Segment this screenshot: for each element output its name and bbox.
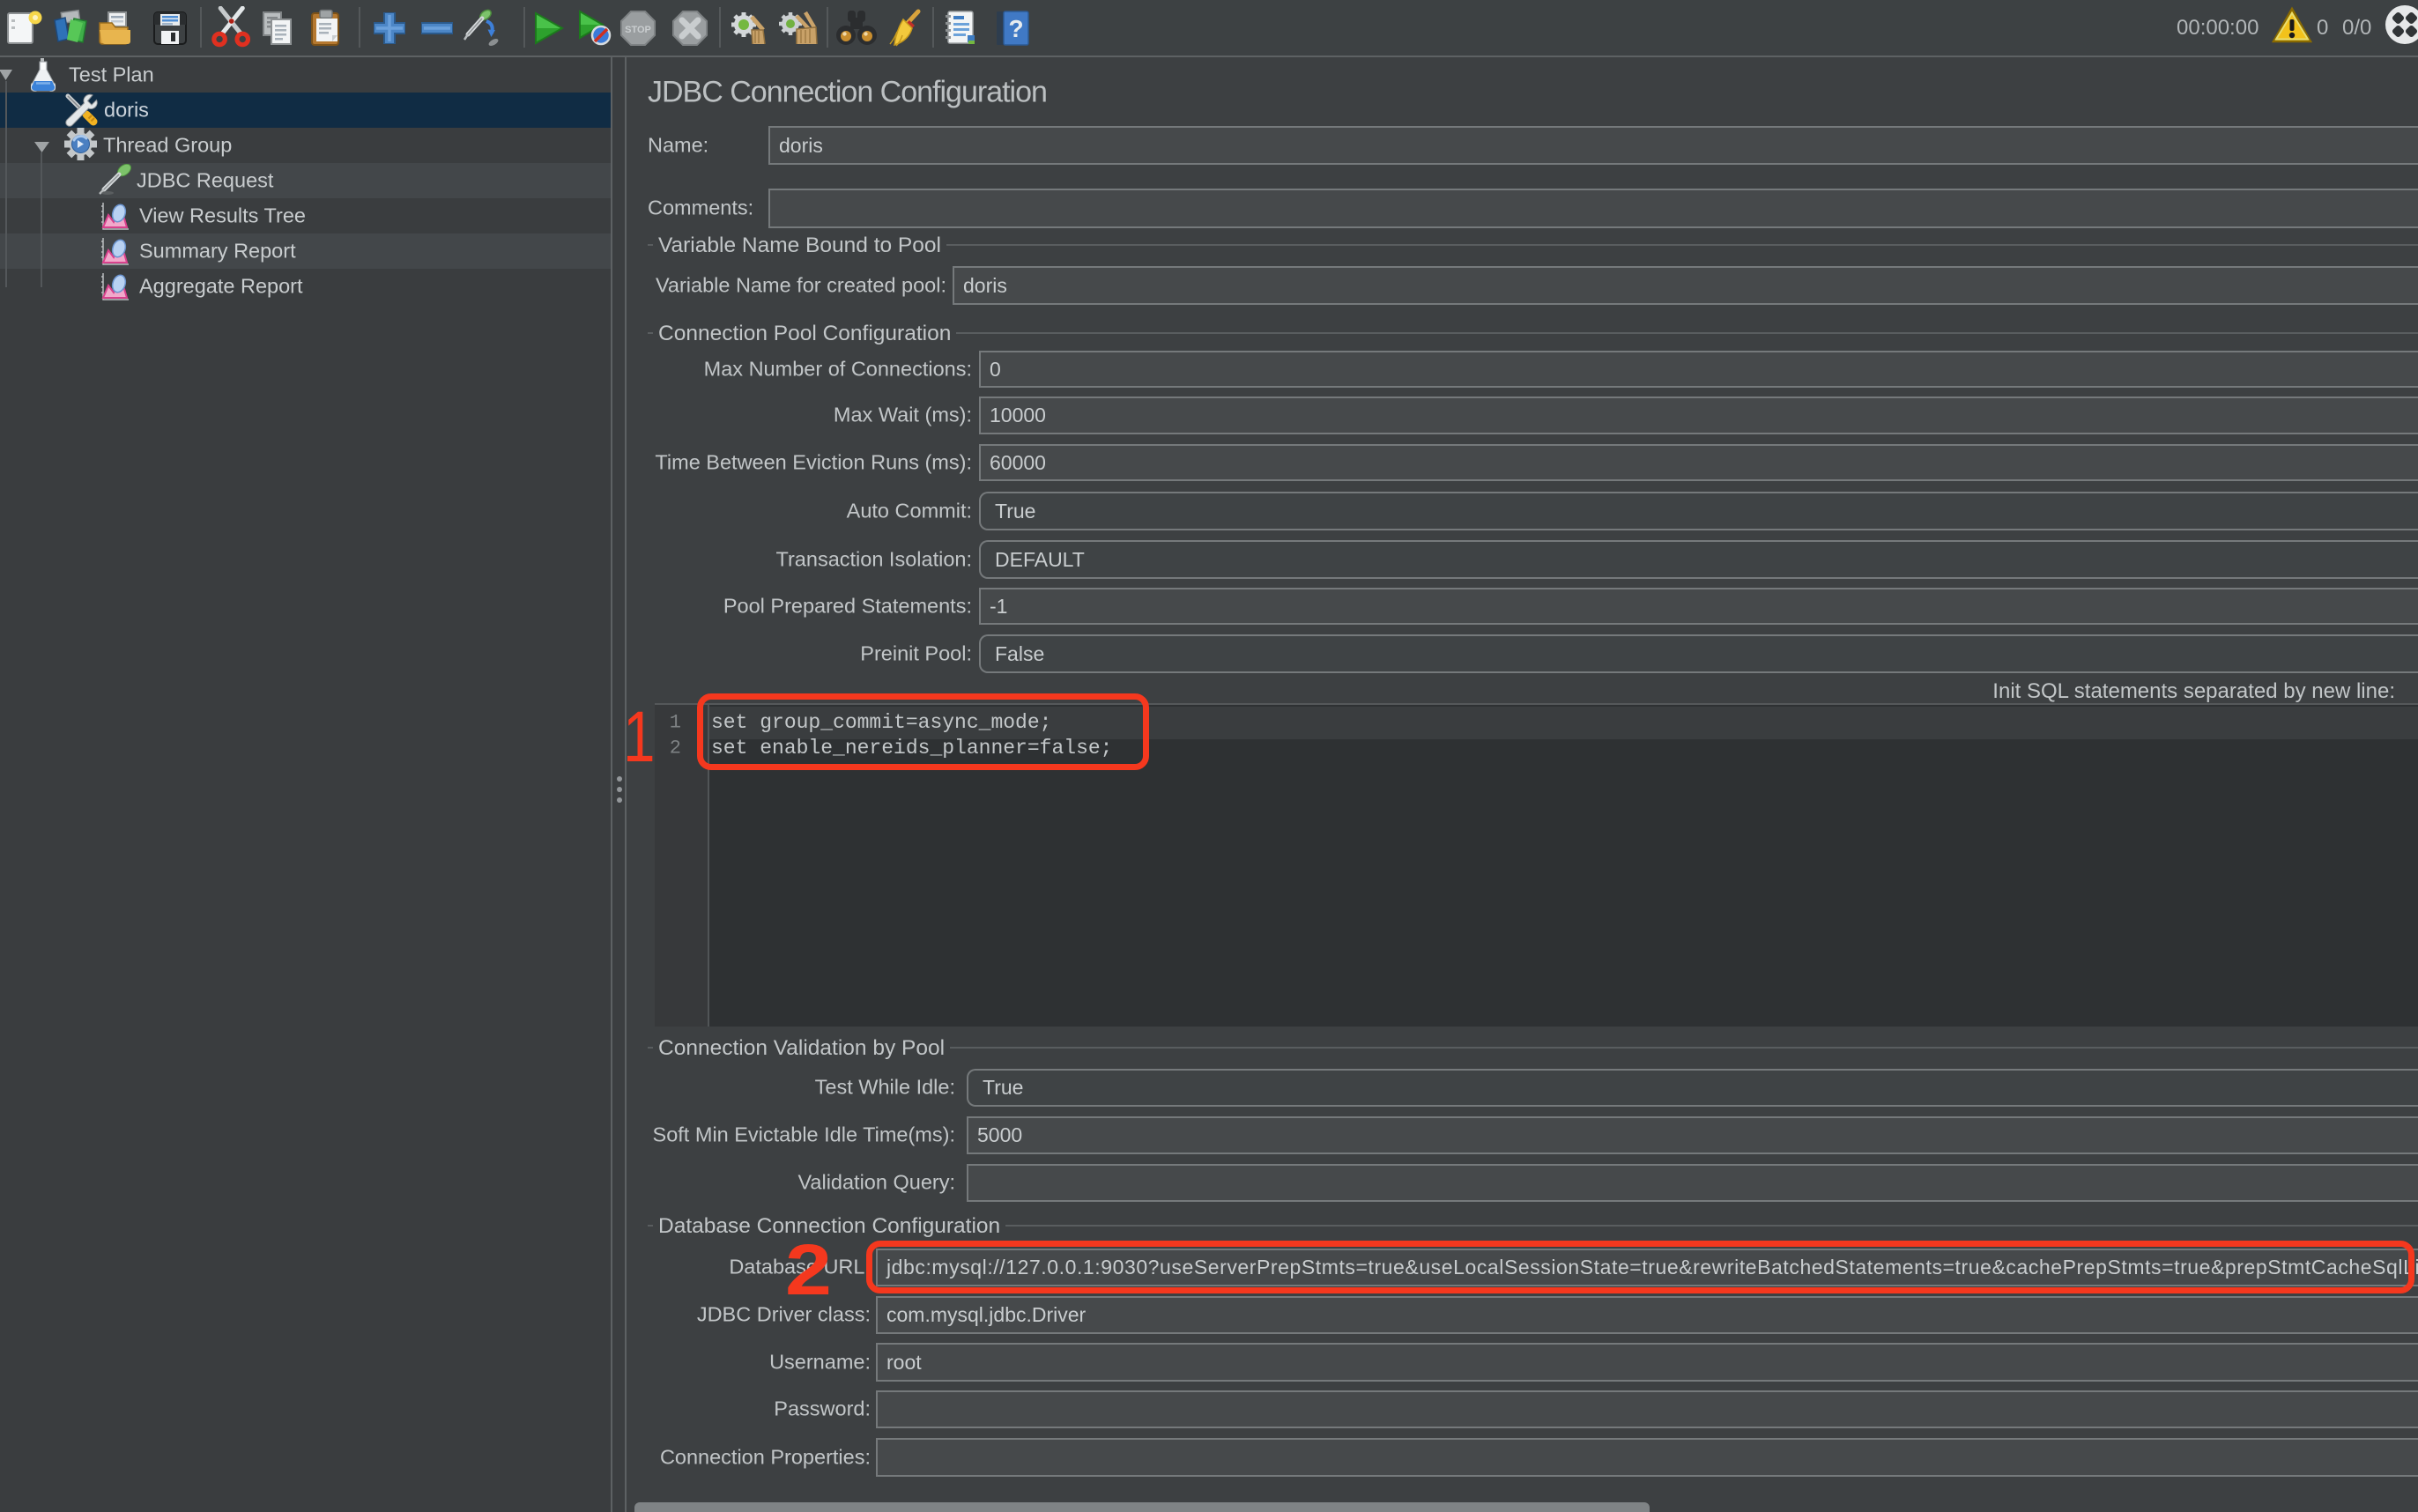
svg-text:STOP: STOP bbox=[625, 25, 651, 35]
svg-text:?: ? bbox=[1008, 15, 1023, 42]
